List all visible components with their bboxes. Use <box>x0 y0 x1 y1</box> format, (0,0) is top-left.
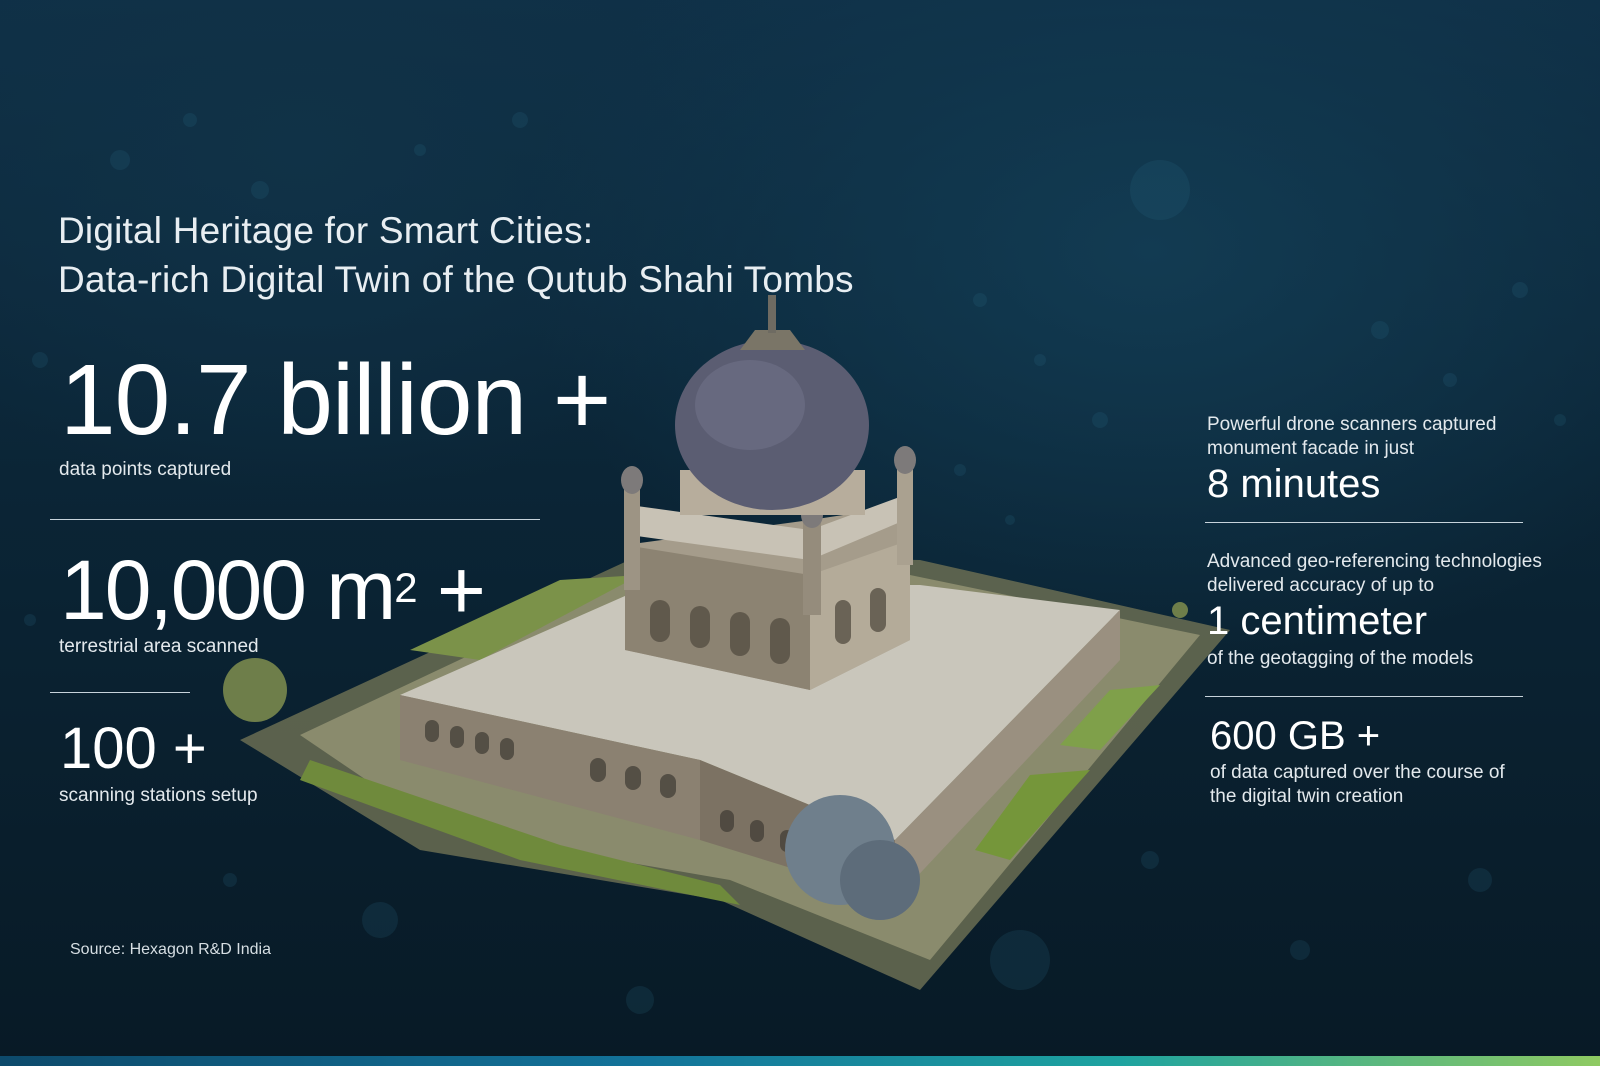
data-size-line-2: the digital twin creation <box>1210 786 1404 807</box>
infographic-title: Digital Heritage for Smart Cities: Data-… <box>58 206 854 304</box>
accent-bar <box>0 1056 1600 1066</box>
data-points-value: 10.7 billion + <box>60 344 611 456</box>
divider <box>50 519 540 520</box>
area-value: 10,000 m2 + <box>60 543 486 637</box>
area-caption: terrestrial area scanned <box>59 636 259 657</box>
geo-text-line-1: Advanced geo-referencing technologies <box>1207 551 1542 572</box>
data-size-line-1: of data captured over the course of <box>1210 762 1505 783</box>
geo-text-after: of the geotagging of the models <box>1207 648 1474 669</box>
divider <box>50 692 190 693</box>
tomb-3d-model <box>223 295 1230 990</box>
area-number: 10,000 m <box>60 543 396 637</box>
area-suffix: + <box>415 543 486 637</box>
geo-value: 1 centimeter <box>1207 599 1428 643</box>
divider <box>1205 522 1523 523</box>
drone-text-line-1: Powerful drone scanners captured <box>1207 414 1497 435</box>
infographic: Digital Heritage for Smart Cities: Data-… <box>0 0 1600 1066</box>
title-line-2: Data-rich Digital Twin of the Qutub Shah… <box>58 259 854 300</box>
stations-caption: scanning stations setup <box>59 785 258 806</box>
data-size-value: 600 GB + <box>1210 714 1381 758</box>
drone-text-line-2: monument facade in just <box>1207 438 1415 459</box>
title-line-1: Digital Heritage for Smart Cities: <box>58 210 594 251</box>
source-note: Source: Hexagon R&D India <box>70 941 271 958</box>
divider <box>1205 696 1523 697</box>
stations-value: 100 + <box>60 716 207 781</box>
geo-text-line-2: delivered accuracy of up to <box>1207 575 1435 596</box>
area-superscript: 2 <box>394 564 417 611</box>
drone-value: 8 minutes <box>1207 462 1381 506</box>
data-points-caption: data points captured <box>59 459 232 480</box>
